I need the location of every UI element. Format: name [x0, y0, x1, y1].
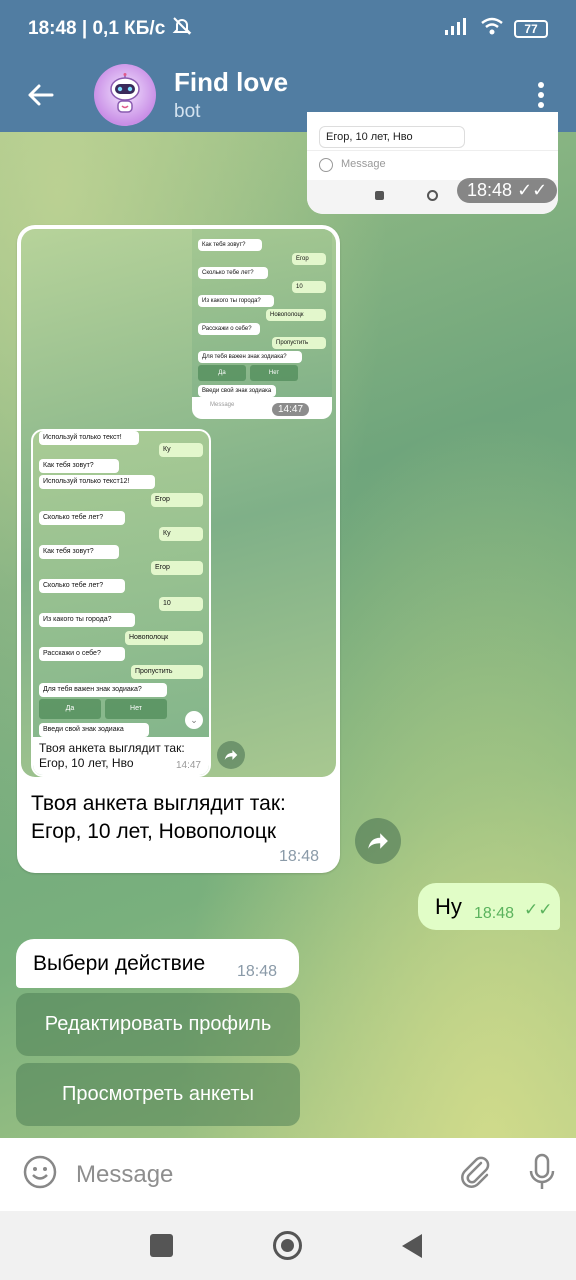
share-icon [224, 750, 238, 760]
bot-avatar[interactable] [94, 64, 156, 126]
double-check-icon: ✓✓ [524, 900, 553, 919]
recents-button[interactable] [150, 1234, 173, 1257]
mini-message: Пропустить [272, 337, 326, 349]
battery-icon: 77 [514, 20, 548, 38]
incoming-message[interactable]: Выбери действие 18:48 [16, 939, 299, 988]
mini-message: Из какого ты города? [39, 613, 135, 627]
caption-line-2: Егор, 10 лет, Новополоцк [31, 820, 277, 843]
mini-message: Как тебя зовут? [39, 459, 119, 473]
mini-message: Егор [151, 561, 203, 575]
mini-kb-no: Нет [105, 699, 167, 719]
mini-input-bar: Message [192, 397, 332, 419]
mini-kb-yes: Да [198, 365, 246, 381]
browse-profiles-button[interactable]: Просмотреть анкеты [16, 1063, 300, 1126]
chat-subtitle: bot [174, 101, 201, 122]
mini-message: Как тебя зовут? [39, 545, 119, 559]
system-navigation-bar [0, 1211, 576, 1280]
attach-icon[interactable] [458, 1154, 492, 1195]
mini-message: 10 [292, 281, 326, 293]
mini-time-chip: 14:47 [272, 403, 310, 416]
mini-message: Введи свой знак зодиака [39, 723, 149, 737]
message-composer: Message [0, 1138, 576, 1211]
scroll-down-icon: ⌄ [185, 711, 203, 729]
outgoing-text: Ну [435, 894, 462, 919]
inner-screenshot-1: Как тебя зовут? Егор Сколько тебе лет? 1… [192, 229, 332, 419]
screenshot-input: Message [307, 150, 558, 176]
screenshot-image[interactable]: Как тебя зовут? Егор Сколько тебе лет? 1… [21, 229, 336, 777]
screenshot-image-top[interactable]: Егор, 10 лет, Нво Message 18:48 ✓✓ [307, 112, 558, 214]
mini-message: 10 [159, 597, 203, 611]
screenshot-message-bubble[interactable]: Как тебя зовут? Егор Сколько тебе лет? 1… [17, 225, 340, 873]
inner-screenshot-2: Используй только текст! Ку Как тебя зову… [31, 429, 211, 777]
status-time: 18:48 | 0,1 КБ/с [28, 18, 166, 39]
mini-kb-yes: Да [39, 699, 101, 719]
mini-message: Из какого ты города? [198, 295, 274, 307]
mini-message: Используй только текст12! [39, 475, 155, 489]
share-button[interactable] [355, 818, 401, 864]
robot-icon [110, 73, 140, 113]
double-check-icon: ✓✓ [517, 180, 548, 200]
caption-line-1: Твоя анкета выглядит так: [31, 792, 286, 815]
wifi-icon [480, 17, 504, 41]
mini-message: Введи свой знак зодиака [198, 385, 276, 397]
signal-icon [444, 17, 470, 41]
mini-message: Расскажи о себе? [39, 647, 125, 661]
message-input[interactable]: Message [76, 1161, 173, 1189]
mini-input-placeholder: Message [210, 402, 235, 408]
mini-message: Сколько тебе лет? [39, 511, 125, 525]
home-dot-icon [281, 1239, 294, 1252]
chat-title-block[interactable]: Find love bot [174, 67, 288, 123]
inner-share-button [217, 741, 245, 769]
more-vertical-icon [538, 82, 544, 108]
mini-message: Новополоцк [125, 631, 203, 645]
home-button[interactable] [273, 1231, 302, 1260]
back-button[interactable] [0, 58, 80, 132]
edit-profile-button[interactable]: Редактировать профиль [16, 993, 300, 1056]
back-nav-button[interactable] [400, 1233, 424, 1264]
mini-message: Сколько тебе лет? [198, 267, 268, 279]
mini-message: Ку [159, 443, 203, 457]
mini-message: Сколько тебе лет? [39, 579, 125, 593]
message-caption: Твоя анкета выглядит так: Егор, 10 лет, … [31, 790, 331, 846]
mini-kb-no: Нет [250, 365, 298, 381]
mini-message: Новополоцк [266, 309, 326, 321]
mute-icon [171, 16, 193, 42]
mini-caption: Твоя анкета выглядит так: Егор, 10 лет, … [33, 737, 209, 775]
square-icon [375, 191, 384, 200]
screenshot-message: Егор, 10 лет, Нво [319, 126, 465, 148]
mini-message: Егор [292, 253, 326, 265]
message-time: 18:48 [474, 905, 515, 922]
mini-message: Пропустить [131, 665, 203, 679]
mini-message: Егор [151, 493, 203, 507]
mini-message: Как тебя зовут? [198, 239, 262, 251]
emoji-icon[interactable] [22, 1154, 58, 1195]
arrow-left-icon [28, 84, 54, 106]
message-time: 18:48 [279, 848, 320, 865]
message-time: 18:48 [237, 963, 278, 980]
message-time-chip: 18:48 ✓✓ [457, 178, 558, 203]
mini-message: Ку [159, 527, 203, 541]
status-bar: 18:48 | 0,1 КБ/с 77 [0, 0, 576, 58]
mini-message: Используй только текст! [39, 431, 139, 445]
share-icon [368, 833, 388, 849]
mini-message: Расскажи о себе? [198, 323, 260, 335]
circle-icon [427, 190, 438, 201]
mini-message: Для тебя важен знак зодиака? [198, 351, 302, 363]
microphone-icon[interactable] [528, 1153, 556, 1196]
outgoing-message[interactable]: Ну 18:48 ✓✓ [418, 883, 560, 930]
incoming-text: Выбери действие [33, 952, 206, 975]
smile-icon [319, 158, 333, 172]
chat-title: Find love [174, 67, 289, 97]
mini-message: Для тебя важен знак зодиака? [39, 683, 167, 697]
